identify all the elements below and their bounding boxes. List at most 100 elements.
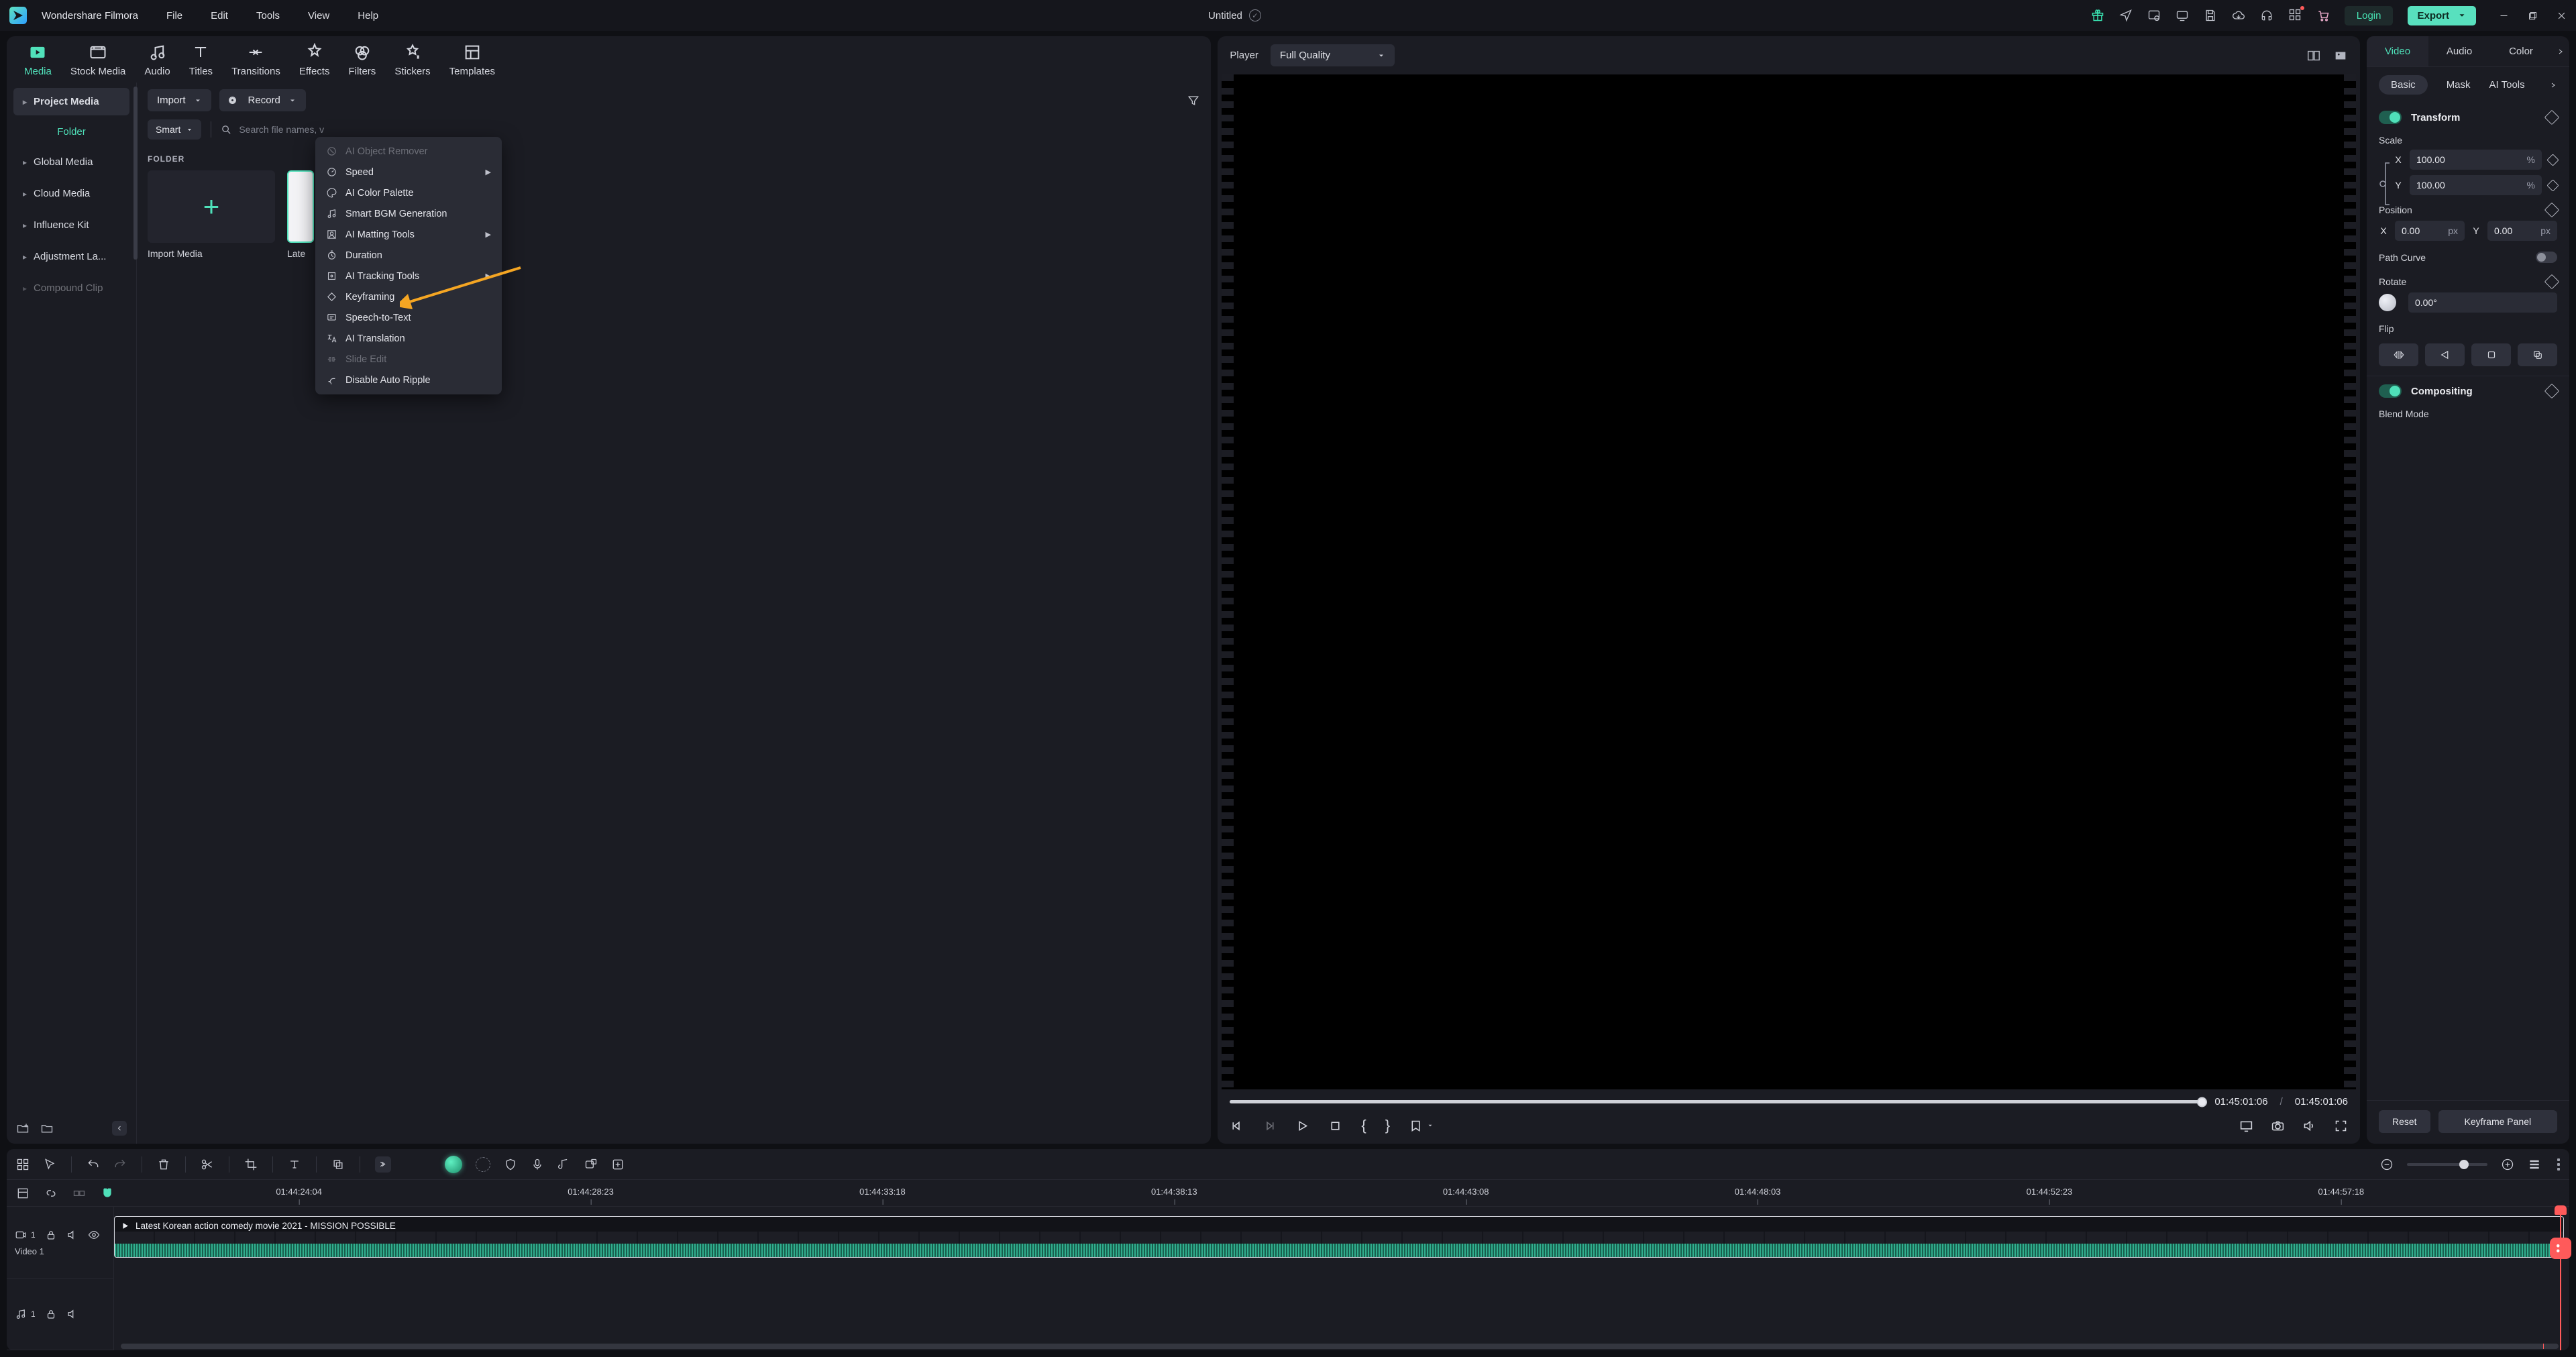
multicam-icon[interactable] — [584, 1158, 598, 1171]
sidebar-item-influence-kit[interactable]: Influence Kit — [13, 211, 129, 239]
ctx-keyframing[interactable]: Keyframing — [315, 286, 502, 307]
tab-audio[interactable]: Audio — [144, 43, 170, 77]
media-thumbnail[interactable]: Late — [287, 170, 314, 259]
ctx-smart-bgm[interactable]: Smart BGM Generation — [315, 203, 502, 224]
grid-options-icon[interactable] — [16, 1158, 30, 1171]
rotate-ccw-button[interactable] — [2518, 343, 2557, 366]
inspector-tab-color[interactable]: Color — [2490, 36, 2552, 66]
window-minimize-icon[interactable] — [2499, 11, 2509, 21]
record-dropdown[interactable]: Record — [219, 89, 306, 111]
delete-icon[interactable] — [157, 1158, 170, 1171]
export-button[interactable]: Export — [2408, 6, 2476, 25]
ctx-duration[interactable]: Duration — [315, 245, 502, 266]
video-clip[interactable]: Latest Korean action comedy movie 2021 -… — [114, 1216, 2564, 1258]
zoom-slider[interactable] — [2407, 1163, 2487, 1166]
stop-icon[interactable] — [1328, 1119, 1342, 1133]
zoom-in-icon[interactable] — [2501, 1158, 2514, 1171]
sidebar-item-cloud-media[interactable]: Cloud Media — [13, 180, 129, 207]
ctx-speed[interactable]: Speed▶ — [315, 162, 502, 182]
new-bin-icon[interactable] — [40, 1122, 54, 1135]
menu-help[interactable]: Help — [358, 10, 378, 21]
headphones-icon[interactable] — [2260, 9, 2273, 22]
rotate-cw-button[interactable] — [2471, 343, 2511, 366]
playhead[interactable] — [2560, 1207, 2561, 1350]
keyframe-diamond-icon[interactable] — [2544, 110, 2560, 125]
menu-edit[interactable]: Edit — [211, 10, 228, 21]
timeline-ruler[interactable]: 01:44:24:04 01:44:28:23 01:44:33:18 01:4… — [129, 1180, 2560, 1206]
snapshot-mode-icon[interactable] — [2333, 48, 2348, 63]
scale-x-input[interactable]: 100.00% — [2410, 150, 2542, 170]
ctx-ai-tracking[interactable]: AI Tracking Tools▶ — [315, 266, 502, 286]
sidebar-collapse-button[interactable] — [112, 1121, 127, 1136]
seek-slider[interactable] — [1230, 1100, 2202, 1103]
link-scale-icon[interactable] — [2379, 158, 2394, 187]
import-media-tile[interactable]: + Import Media — [148, 170, 275, 259]
sidebar-scrollbar[interactable] — [133, 87, 138, 260]
mark-out-icon[interactable]: } — [1385, 1117, 1390, 1134]
tab-stickers[interactable]: Stickers — [394, 43, 430, 77]
filter-icon[interactable] — [1187, 94, 1200, 107]
seek-thumb[interactable] — [2197, 1097, 2207, 1107]
preview-viewport[interactable] — [1222, 74, 2356, 1089]
flip-vertical-button[interactable] — [2425, 343, 2465, 366]
ctx-ai-matting[interactable]: AI Matting Tools▶ — [315, 224, 502, 245]
menu-tools[interactable]: Tools — [256, 10, 280, 21]
scale-y-input[interactable]: 100.00% — [2410, 175, 2542, 195]
keyframe-diamond-icon[interactable] — [2544, 384, 2560, 399]
shield-icon[interactable] — [504, 1158, 517, 1171]
compositing-toggle[interactable] — [2379, 384, 2402, 398]
lock-icon[interactable] — [45, 1308, 57, 1320]
inspector-tabs-more[interactable] — [2552, 36, 2569, 66]
pathcurve-toggle[interactable] — [2536, 252, 2557, 263]
cloud-sync-icon[interactable]: ✓ — [1249, 9, 1261, 21]
message-icon[interactable] — [2147, 9, 2161, 22]
login-button[interactable]: Login — [2345, 6, 2394, 25]
mute-icon[interactable] — [66, 1308, 78, 1320]
position-y-input[interactable]: 0.00px — [2487, 221, 2557, 241]
redo-icon[interactable] — [113, 1158, 127, 1171]
camera-icon[interactable] — [2271, 1119, 2285, 1133]
sidebar-item-global-media[interactable]: Global Media — [13, 148, 129, 176]
tab-templates[interactable]: Templates — [449, 43, 495, 77]
timeline-view-icon[interactable] — [2528, 1158, 2541, 1171]
split-icon[interactable] — [201, 1158, 214, 1171]
cloud-download-icon[interactable] — [2232, 9, 2245, 22]
send-icon[interactable] — [2119, 9, 2133, 22]
rotate-input[interactable]: 0.00° — [2408, 292, 2557, 313]
position-x-input[interactable]: 0.00px — [2395, 221, 2465, 241]
fullscreen-icon[interactable] — [2334, 1119, 2348, 1133]
video-track-head[interactable]: 1 Video 1 — [7, 1207, 113, 1279]
search-input[interactable]: Search file names, v — [221, 124, 1200, 135]
compare-view-icon[interactable] — [2306, 48, 2321, 63]
expand-tools-button[interactable] — [375, 1156, 391, 1173]
sidebar-item-folder[interactable]: Folder — [13, 119, 129, 144]
device-icon[interactable] — [2176, 9, 2189, 22]
ctx-speech-to-text[interactable]: Speech-to-Text — [315, 307, 502, 328]
tab-titles[interactable]: Titles — [189, 43, 213, 77]
menu-file[interactable]: File — [166, 10, 182, 21]
lock-icon[interactable] — [45, 1229, 57, 1241]
tab-transitions[interactable]: Transitions — [231, 43, 280, 77]
inspector-tab-audio[interactable]: Audio — [2428, 36, 2490, 66]
keyframe-diamond-icon[interactable] — [2544, 274, 2560, 290]
keyframe-diamond-icon[interactable] — [2546, 154, 2559, 166]
smart-dropdown[interactable]: Smart — [148, 119, 201, 140]
ctx-ai-translation[interactable]: AI Translation — [315, 328, 502, 349]
color-wheel-icon[interactable] — [476, 1157, 490, 1172]
keyframe-diamond-icon[interactable] — [2546, 179, 2559, 191]
save-icon[interactable] — [2204, 9, 2217, 22]
microphone-icon[interactable] — [531, 1158, 544, 1171]
tab-effects[interactable]: Effects — [299, 43, 330, 77]
new-folder-icon[interactable] — [16, 1122, 30, 1135]
link-clips-icon[interactable] — [44, 1187, 58, 1200]
audio-track-head[interactable]: 1 — [7, 1279, 113, 1350]
ctx-ai-color-palette[interactable]: AI Color Palette — [315, 182, 502, 203]
zoom-out-icon[interactable] — [2380, 1158, 2394, 1171]
text-tool-icon[interactable] — [288, 1158, 301, 1171]
marker-icon[interactable] — [611, 1158, 625, 1171]
display-icon[interactable] — [2239, 1119, 2253, 1133]
rotate-knob[interactable] — [2379, 294, 2396, 311]
mute-icon[interactable] — [66, 1229, 78, 1241]
gift-icon[interactable] — [2091, 9, 2104, 22]
import-dropdown[interactable]: Import — [148, 89, 211, 111]
